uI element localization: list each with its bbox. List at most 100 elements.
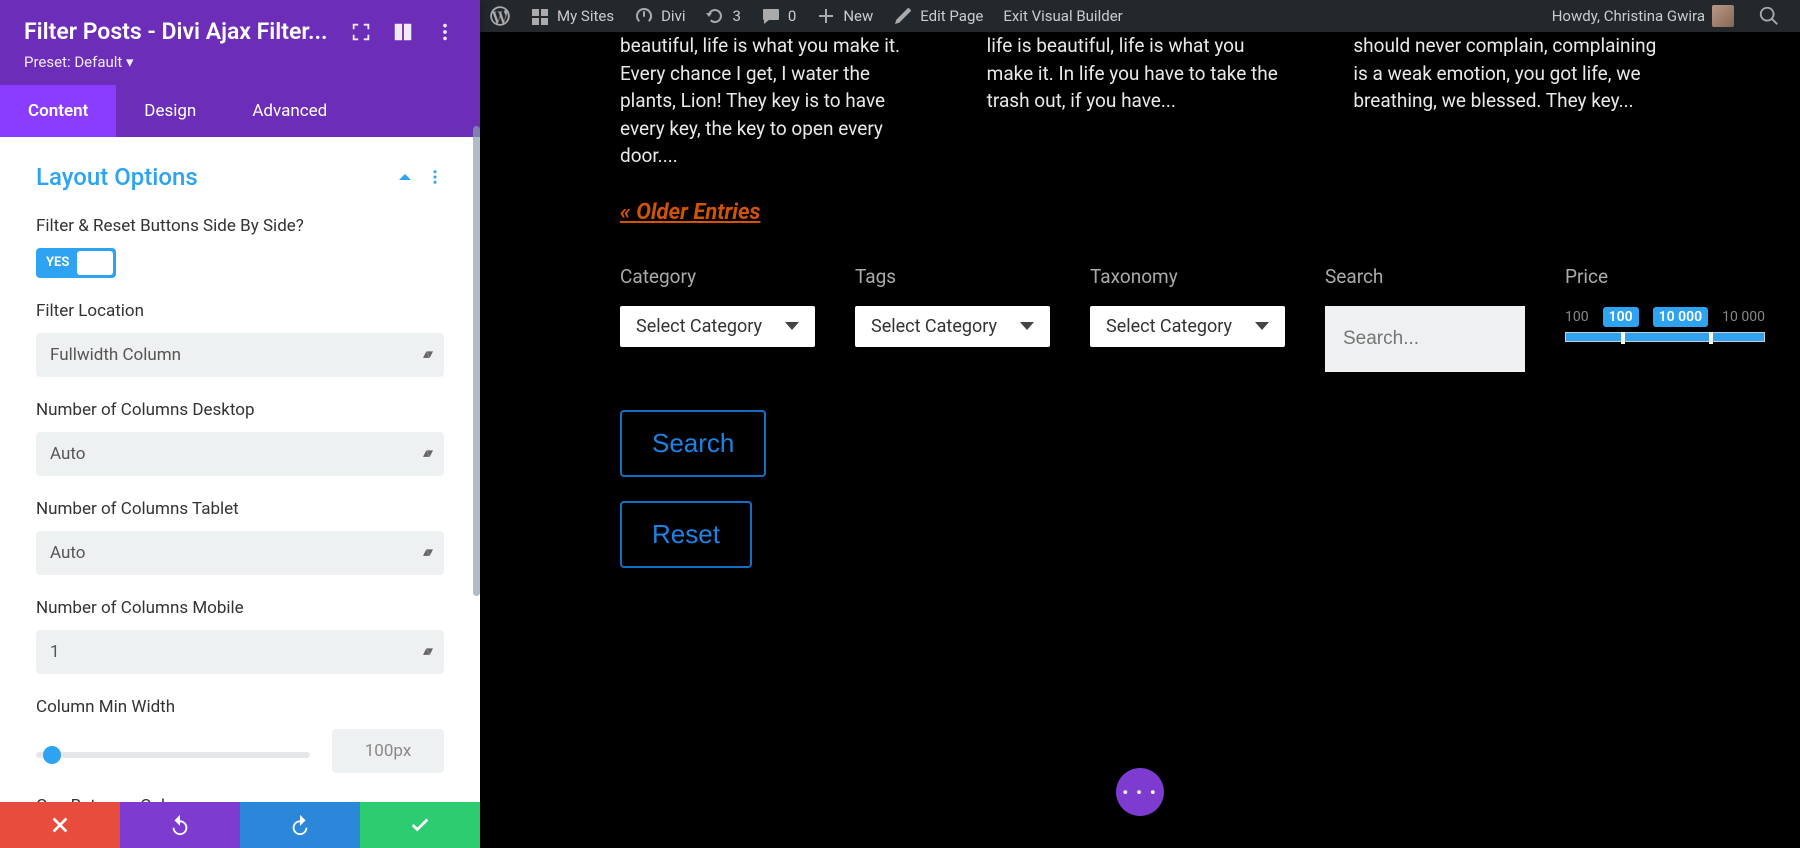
older-entries-link[interactable]: « Older Entries [620,200,760,225]
wp-logo[interactable] [480,0,520,32]
edit-page-label: Edit Page [920,7,983,25]
dropdown-category[interactable]: Select Category [620,306,815,347]
columns-icon[interactable] [392,21,414,43]
label-cols-mobile: Number of Columns Mobile [36,597,444,620]
slider-col-min-width[interactable] [36,752,310,758]
kebab-icon[interactable] [426,168,444,186]
chevron-down-icon [1020,322,1034,330]
filter-label-search: Search [1325,265,1525,288]
slider-value[interactable]: 100px [332,729,444,773]
filter-label-category: Category [620,265,815,288]
toggle-knob [77,251,113,275]
dropdown-value: Select Category [871,316,997,337]
caret-icon: ▴▾ [423,446,430,461]
tab-content[interactable]: Content [0,85,116,137]
dropdown-tags[interactable]: Select Category [855,306,1050,347]
price-max-outer: 10 000 [1722,309,1765,325]
select-cols-tablet[interactable]: Auto ▴▾ [36,531,444,575]
chevron-up-icon[interactable] [396,168,414,186]
chevron-down-icon [785,322,799,330]
site-name-label: Divi [661,7,685,25]
select-value: Fullwidth Column [50,345,181,365]
label-gap: Gap Between Columns [36,795,444,802]
dropdown-taxonomy[interactable]: Select Category [1090,306,1285,347]
toggle-yes-label: YES [36,255,69,270]
admin-search[interactable] [1748,0,1790,32]
sites-icon [530,6,550,26]
label-col-min-width: Column Min Width [36,696,444,719]
settings-body[interactable]: Layout Options Filter & Reset Buttons Si… [0,137,480,802]
howdy-label: Howdy, Christina Gwira [1552,7,1705,25]
exit-visual-builder[interactable]: Exit Visual Builder [993,0,1132,32]
price-max-bubble: 10 000 [1653,307,1708,327]
expand-icon[interactable] [350,21,372,43]
search-input[interactable] [1343,328,1507,350]
my-account[interactable]: Howdy, Christina Gwira [1542,0,1744,32]
plus-icon [816,6,836,26]
check-icon [409,814,431,836]
post-excerpt: beautiful, life is what you make it. Eve… [620,32,927,170]
new-label: New [843,7,873,25]
select-filter-location[interactable]: Fullwidth Column ▴▾ [36,333,444,377]
older-entries: « Older Entries [480,170,1800,235]
wordpress-icon [490,6,510,26]
label-cols-desktop: Number of Columns Desktop [36,399,444,422]
price-track[interactable] [1565,332,1765,342]
search-box[interactable] [1325,306,1525,372]
filter-buttons: Search Reset [620,410,1800,568]
price-min-bubble: 100 [1603,307,1639,327]
my-sites-label: My Sites [557,7,614,25]
preset-selector[interactable]: Preset: Default ▾ [24,53,456,71]
exit-vb-label: Exit Visual Builder [1003,7,1122,25]
caret-icon: ▴▾ [423,347,430,362]
builder-fab[interactable]: • • • [1116,768,1164,816]
price-handle-max[interactable] [1709,332,1713,344]
filter-row: Category Select Category Tags Select Cat… [480,235,1800,382]
cancel-button[interactable] [0,802,120,848]
preview-canvas: beautiful, life is what you make it. Eve… [480,32,1800,848]
updates-count: 3 [732,7,740,25]
toggle-side-by-side[interactable]: YES [36,248,116,278]
label-side-by-side: Filter & Reset Buttons Side By Side? [36,215,444,238]
label-filter-location: Filter Location [36,300,444,323]
settings-tabs: Content Design Advanced [0,85,480,137]
select-value: 1 [50,642,60,662]
filter-label-tags: Tags [855,265,1050,288]
dropdown-value: Select Category [636,316,762,337]
price-handle-min[interactable] [1621,332,1625,344]
tab-advanced[interactable]: Advanced [224,85,355,137]
new-content[interactable]: New [806,0,883,32]
tab-design[interactable]: Design [116,85,224,137]
kebab-icon[interactable] [434,21,456,43]
comments[interactable]: 0 [751,0,806,32]
filter-label-taxonomy: Taxonomy [1090,265,1285,288]
redo-icon [289,814,311,836]
scrollbar[interactable] [473,126,480,596]
undo-icon [169,814,191,836]
select-cols-mobile[interactable]: 1 ▴▾ [36,630,444,674]
select-value: Auto [50,543,85,563]
section-title: Layout Options [36,163,198,191]
caret-icon: ▴▾ [423,545,430,560]
gauge-icon [634,6,654,26]
module-title: Filter Posts - Divi Ajax Filter... [24,18,328,45]
caret-icon: ▴▾ [423,644,430,659]
edit-page[interactable]: Edit Page [883,0,993,32]
search-button[interactable]: Search [620,410,766,477]
reset-button[interactable]: Reset [620,501,752,568]
close-icon [49,814,71,836]
dropdown-value: Select Category [1106,316,1232,337]
my-sites[interactable]: My Sites [520,0,624,32]
pencil-icon [893,6,913,26]
undo-button[interactable] [120,802,240,848]
select-cols-desktop[interactable]: Auto ▴▾ [36,432,444,476]
slider-thumb[interactable] [43,746,61,764]
section-layout-options[interactable]: Layout Options [36,163,444,191]
refresh-icon [705,6,725,26]
updates[interactable]: 3 [695,0,750,32]
redo-button[interactable] [240,802,360,848]
comments-count: 0 [788,7,796,25]
price-slider[interactable]: 100 100 10 000 10 000 [1565,306,1765,342]
site-name[interactable]: Divi [624,0,695,32]
save-button[interactable] [360,802,480,848]
